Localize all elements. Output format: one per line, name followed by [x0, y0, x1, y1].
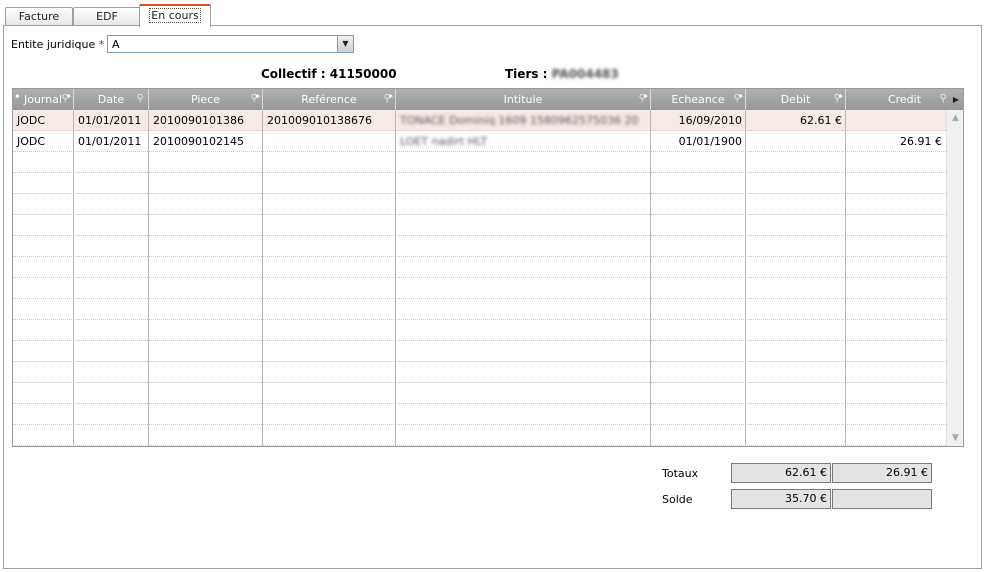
empty-row — [13, 278, 946, 299]
column-divider — [845, 110, 846, 446]
pin-icon[interactable]: ✦ — [387, 89, 394, 107]
tiers-label: Tiers : PA004483 — [505, 67, 619, 81]
tab-facture[interactable]: Facture — [5, 7, 73, 26]
column-header-journal[interactable]: ✦ Journal ⚲ ✦ — [13, 89, 74, 110]
column-header-label: Piece — [190, 93, 221, 106]
grid-body: JODC 01/01/2011 2010090101386 2010090101… — [13, 110, 946, 446]
tab-en-cours-label: En cours — [149, 8, 201, 23]
entity-label-text: Entite juridique — [11, 38, 96, 51]
vertical-scrollbar[interactable]: ▲ ▼ — [946, 110, 963, 446]
column-menu-icon[interactable]: ▶ — [953, 89, 959, 110]
empty-row — [13, 404, 946, 425]
empty-row — [13, 320, 946, 341]
empty-row — [13, 257, 946, 278]
column-header-label: Debit — [780, 93, 811, 106]
pin-icon[interactable]: ✦ — [254, 89, 261, 107]
column-header-intitule[interactable]: Intitule ⚲ ✦ — [396, 89, 651, 110]
column-divider — [73, 110, 74, 446]
table-row[interactable]: JODC 01/01/2011 2010090102145 LOET nadir… — [13, 131, 946, 152]
cell-date: 01/01/2011 — [78, 135, 142, 148]
empty-row — [13, 383, 946, 404]
solde-credit-field — [832, 489, 932, 509]
pin-icon[interactable]: ✦ — [14, 89, 21, 107]
table-row[interactable]: JODC 01/01/2011 2010090101386 2010090101… — [13, 110, 946, 131]
cell-echeance: 16/09/2010 — [678, 114, 742, 127]
grid-header: ✦ Journal ⚲ ✦ Date ⚲ Piece ⚲ ✦ Reférence… — [13, 89, 963, 110]
column-header-label: Echeance — [671, 93, 725, 106]
scroll-down-icon[interactable]: ▼ — [947, 430, 963, 446]
solde-label: Solde — [662, 493, 693, 506]
column-header-label: Reférence — [301, 93, 357, 106]
cell-date: 01/01/2011 — [78, 114, 142, 127]
pin-icon[interactable]: ✦ — [65, 89, 72, 107]
totaux-label: Totaux — [662, 467, 699, 480]
column-divider — [148, 110, 149, 446]
tiers-value: PA004483 — [551, 67, 619, 81]
chevron-down-icon[interactable]: ▼ — [337, 36, 353, 52]
entity-select-value: A — [112, 38, 120, 51]
empty-row — [13, 341, 946, 362]
column-header-piece[interactable]: Piece ⚲ ✦ — [149, 89, 263, 110]
column-divider — [395, 110, 396, 446]
totaux-debit-field: 62.61 € — [731, 463, 831, 483]
empty-row — [13, 173, 946, 194]
empty-row — [13, 362, 946, 383]
collectif-label: Collectif : 41150000 — [261, 67, 397, 81]
cell-intitule: TONACE Dominiq 1609 1580962575036 20 — [400, 114, 639, 127]
cell-reference — [263, 131, 396, 152]
pin-icon[interactable]: ✦ — [737, 89, 744, 107]
tiers-label-text: Tiers : — [505, 67, 548, 81]
empty-row — [13, 236, 946, 257]
entity-select[interactable]: A ▼ — [107, 35, 354, 53]
required-mark: * — [98, 38, 105, 51]
search-icon[interactable]: ⚲ — [940, 93, 947, 105]
pin-icon[interactable]: ✦ — [642, 89, 649, 107]
cell-credit: 26.91 € — [900, 135, 942, 148]
column-header-label: Journal — [23, 93, 63, 106]
empty-row — [13, 215, 946, 236]
solde-debit-field: 35.70 € — [731, 489, 831, 509]
column-header-debit[interactable]: Debit ⚲ ✦ — [746, 89, 846, 110]
pin-icon[interactable]: ✦ — [837, 89, 844, 107]
column-header-credit[interactable]: Credit ⚲ ▶ — [846, 89, 963, 110]
cell-echeance: 01/01/1900 — [678, 135, 742, 148]
column-divider — [262, 110, 263, 446]
empty-row — [13, 194, 946, 215]
column-header-reference[interactable]: Reférence ⚲ ✦ — [263, 89, 396, 110]
cell-debit: 62.61 € — [800, 114, 842, 127]
grid-bottom-border — [13, 446, 963, 447]
cell-piece: 2010090101386 — [153, 114, 244, 127]
scroll-up-icon[interactable]: ▲ — [947, 110, 963, 126]
column-header-date[interactable]: Date ⚲ — [74, 89, 149, 110]
column-header-echeance[interactable]: Echeance ⚲ ✦ — [651, 89, 746, 110]
cell-journal: JODC — [17, 135, 46, 148]
column-divider — [745, 110, 746, 446]
tab-edf[interactable]: EDF — [73, 7, 141, 26]
column-header-label: Credit — [887, 93, 922, 106]
search-icon[interactable]: ⚲ — [137, 93, 144, 105]
cell-journal: JODC — [17, 114, 46, 127]
column-divider — [650, 110, 651, 446]
empty-row — [13, 425, 946, 446]
totaux-credit-field: 26.91 € — [832, 463, 932, 483]
column-header-label: Date — [97, 93, 125, 106]
empty-row — [13, 299, 946, 320]
tab-en-cours[interactable]: En cours — [139, 4, 211, 27]
column-header-label: Intitule — [503, 93, 543, 106]
cell-reference: 201009010138676 — [267, 114, 372, 127]
entity-label: Entite juridique * — [11, 38, 104, 51]
cell-piece: 2010090102145 — [153, 135, 244, 148]
cell-credit — [846, 110, 946, 131]
cell-intitule: LOET nadirt HLT — [400, 135, 488, 148]
entries-grid: ✦ Journal ⚲ ✦ Date ⚲ Piece ⚲ ✦ Reférence… — [12, 88, 964, 447]
cell-debit — [746, 131, 846, 152]
empty-row — [13, 152, 946, 173]
